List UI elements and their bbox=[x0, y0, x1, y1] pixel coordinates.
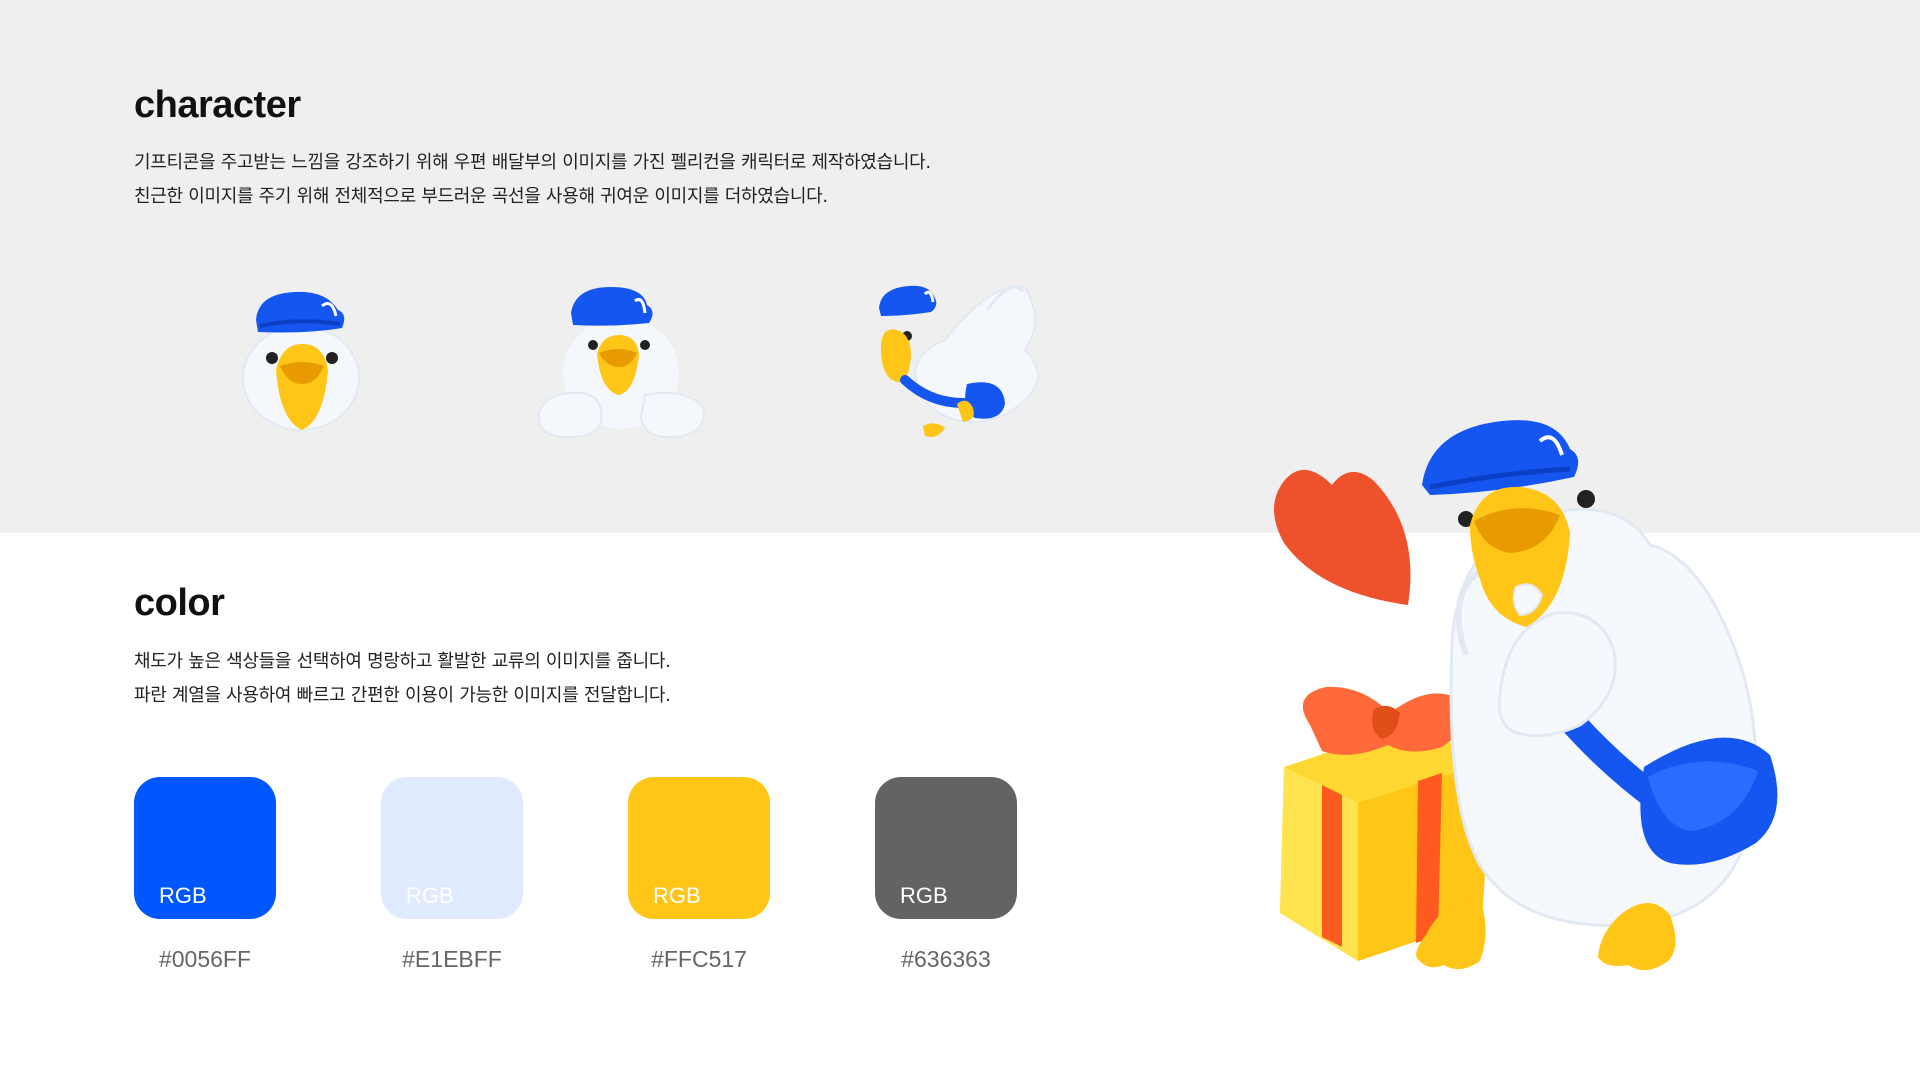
swatch-hex-value: #0056FF bbox=[158, 946, 252, 972]
pelican-peek-icon bbox=[537, 287, 705, 439]
color-swatch-light-blue: RGB bbox=[381, 777, 523, 919]
swatch-rgb-label: RGB bbox=[653, 883, 701, 908]
swatch-hex-value: #636363 bbox=[901, 946, 991, 972]
color-swatch-blue: RGB bbox=[134, 777, 276, 919]
pelican-flying-icon bbox=[879, 285, 1039, 437]
swatch-rgb-label: RGB bbox=[159, 883, 207, 908]
swatch-hex-value: #FFC517 bbox=[651, 946, 747, 972]
swatch-hex-value: #E1EBFF bbox=[402, 946, 502, 972]
swatch-rgb-label: RGB bbox=[900, 883, 948, 908]
color-description-line: 채도가 높은 색상들을 선택하여 명랑하고 활발한 교류의 이미지를 줍니다. bbox=[134, 651, 671, 672]
color-description: 채도가 높은 색상들을 선택하여 명랑하고 활발한 교류의 이미지를 줍니다. … bbox=[134, 645, 671, 713]
character-description-line: 기프티콘을 주고받는 느낌을 강조하기 위해 우편 배달부의 이미지를 가진 펠… bbox=[134, 152, 931, 173]
color-swatch-yellow: RGB bbox=[628, 777, 770, 919]
character-description-line: 친근한 이미지를 주기 위해 전체적으로 부드러운 곡선을 사용해 귀여운 이미… bbox=[134, 186, 828, 207]
character-title: character bbox=[134, 84, 301, 126]
heart-icon bbox=[1274, 469, 1411, 605]
swatch-rgb-label: RGB bbox=[406, 883, 454, 908]
color-title: color bbox=[134, 582, 225, 624]
pelican-face-icon bbox=[242, 291, 360, 431]
character-description: 기프티콘을 주고받는 느낌을 강조하기 위해 우편 배달부의 이미지를 가진 펠… bbox=[134, 146, 931, 214]
color-description-line: 파란 계열을 사용하여 빠르고 간편한 이용이 가능한 이미지를 전달합니다. bbox=[134, 685, 671, 706]
color-swatch-gray: RGB bbox=[875, 777, 1017, 919]
pelican-mascot-illustration bbox=[1274, 420, 1778, 971]
